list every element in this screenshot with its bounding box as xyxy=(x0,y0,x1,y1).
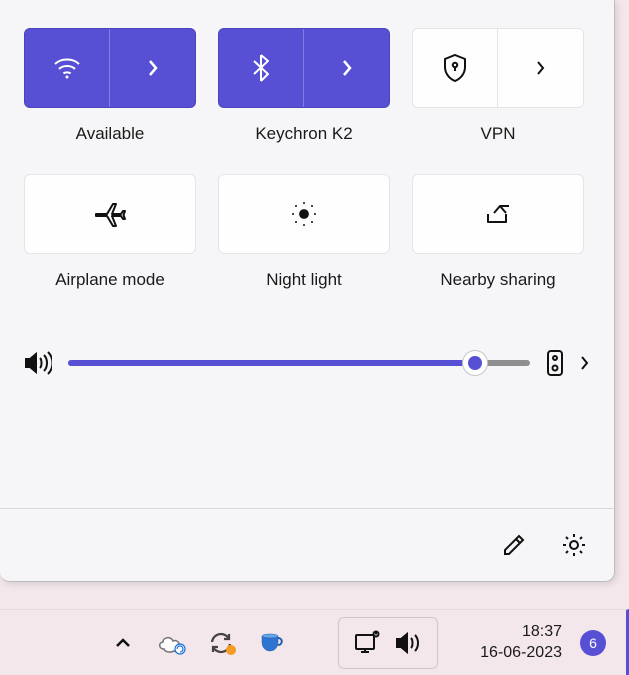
wifi-icon-button[interactable] xyxy=(25,29,110,107)
chevron-right-icon xyxy=(341,58,353,78)
quick-settings-panel: Available Keychron K2 xyxy=(0,0,615,582)
alert-dot-icon xyxy=(226,645,236,655)
tile-bluetooth: Keychron K2 xyxy=(218,28,390,144)
sync-overlay-icon xyxy=(174,643,186,655)
volume-row xyxy=(0,348,614,378)
volume-icon xyxy=(395,631,423,655)
chevron-up-icon xyxy=(114,637,132,649)
vpn-shield-icon xyxy=(442,53,468,83)
bluetooth-icon-button[interactable] xyxy=(219,29,304,107)
edit-quick-settings-button[interactable] xyxy=(494,525,534,565)
volume-slider[interactable] xyxy=(68,348,530,378)
wifi-label: Available xyxy=(76,124,145,144)
airplane-toggle[interactable] xyxy=(24,174,196,254)
audio-output-icon[interactable] xyxy=(546,349,564,377)
chevron-right-icon xyxy=(536,60,546,76)
tiles-grid: Available Keychron K2 xyxy=(0,0,614,310)
tile-wifi: Available xyxy=(24,28,196,144)
notification-badge[interactable]: 6 xyxy=(580,630,606,656)
system-tray-button[interactable] xyxy=(338,617,438,669)
bluetooth-toggle[interactable] xyxy=(218,28,390,108)
taskbar: 18:37 16-06-2023 6 xyxy=(0,609,629,675)
night-light-icon xyxy=(289,199,319,229)
night-light-toggle[interactable] xyxy=(218,174,390,254)
nearby-sharing-label: Nearby sharing xyxy=(440,270,555,290)
chevron-right-icon[interactable] xyxy=(580,355,590,371)
airplane-icon xyxy=(93,200,127,228)
coffee-icon xyxy=(258,632,286,654)
date-text: 16-06-2023 xyxy=(480,643,562,664)
clock-button[interactable]: 18:37 16-06-2023 xyxy=(480,622,562,664)
vpn-icon-button[interactable] xyxy=(413,29,498,107)
panel-footer xyxy=(0,509,614,581)
slider-fill xyxy=(68,360,475,366)
wifi-toggle[interactable] xyxy=(24,28,196,108)
gear-icon xyxy=(560,531,588,559)
settings-button[interactable] xyxy=(554,525,594,565)
bluetooth-expand-button[interactable] xyxy=(304,29,389,107)
vpn-label: VPN xyxy=(481,124,516,144)
bluetooth-icon xyxy=(253,54,269,82)
time-text: 18:37 xyxy=(480,622,562,643)
volume-icon xyxy=(24,351,52,375)
chevron-right-icon xyxy=(147,58,159,78)
tray-overflow xyxy=(114,631,286,655)
coffee-tray-icon[interactable] xyxy=(258,632,286,654)
vpn-expand-button[interactable] xyxy=(498,29,583,107)
bluetooth-label: Keychron K2 xyxy=(255,124,352,144)
tile-night-light: Night light xyxy=(218,174,390,290)
network-icon xyxy=(353,630,381,656)
pencil-icon xyxy=(501,532,527,558)
tile-vpn: VPN xyxy=(412,28,584,144)
airplane-label: Airplane mode xyxy=(55,270,165,290)
night-light-label: Night light xyxy=(266,270,342,290)
wifi-icon xyxy=(53,57,81,79)
tray-overflow-button[interactable] xyxy=(114,637,132,649)
slider-thumb[interactable] xyxy=(463,351,487,375)
wifi-expand-button[interactable] xyxy=(110,29,195,107)
tile-airplane: Airplane mode xyxy=(24,174,196,290)
nearby-sharing-icon xyxy=(483,200,513,228)
onedrive-tray-icon[interactable] xyxy=(156,633,184,653)
vpn-toggle[interactable] xyxy=(412,28,584,108)
tile-nearby-sharing: Nearby sharing xyxy=(412,174,584,290)
nearby-sharing-toggle[interactable] xyxy=(412,174,584,254)
sync-tray-icon[interactable] xyxy=(208,631,234,655)
notification-count: 6 xyxy=(589,635,597,651)
